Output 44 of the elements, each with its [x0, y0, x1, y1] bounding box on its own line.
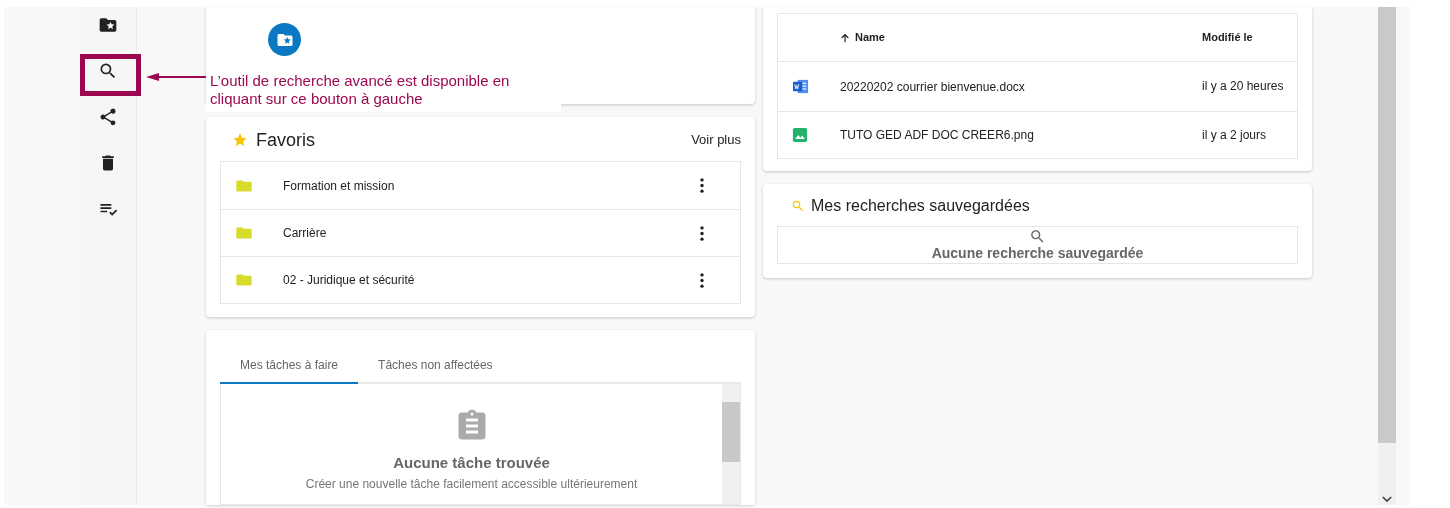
folder-name: 02 - Juridique et sécurité — [283, 272, 416, 289]
empty-text: Aucune recherche sauvegardée — [931, 245, 1144, 262]
search-icon[interactable] — [98, 61, 118, 81]
empty-text: Créer une nouvelle tâche facilement accessible ultérieurement — [305, 475, 638, 493]
empty-title: Aucune tâche trouvée — [393, 453, 550, 473]
folder-icon — [235, 178, 253, 193]
file-row[interactable]: TUTO GED ADF DOC CREER6.png il y a 2 jours — [778, 111, 1297, 158]
modified-date: il y a 20 heures — [1202, 78, 1285, 95]
page-scrollbar[interactable] — [1378, 7, 1396, 505]
column-header[interactable]: Name — [840, 29, 1202, 46]
scrollbar[interactable] — [722, 384, 740, 504]
share-icon[interactable] — [98, 107, 118, 127]
file-name: TUTO GED ADF DOC CREER6.png — [840, 127, 1035, 144]
file-name: 20220202 courrier bienvenue.docx — [840, 78, 1026, 96]
tab[interactable]: Tâches non affectées — [358, 348, 513, 384]
sort-arrow-icon — [840, 32, 850, 43]
modified-date: il y a 2 jours — [1202, 126, 1268, 144]
search-icon — [791, 199, 805, 213]
pointer-arrow — [146, 72, 206, 82]
folder-name: Formation et mission — [283, 177, 396, 195]
folder-star-button[interactable] — [268, 23, 301, 56]
file-row[interactable]: 20220202 courrier bienvenue.docx il y a 20 heures — [778, 61, 1297, 111]
favorite-row[interactable]: Carrière — [221, 209, 740, 256]
folder-icon — [235, 273, 253, 287]
card-title: Mes recherches sauvegardées — [811, 196, 1030, 216]
favorite-row[interactable]: Formation et mission — [221, 162, 740, 209]
image-file-icon — [792, 127, 808, 143]
column-header[interactable]: Modifié le — [1202, 29, 1297, 46]
document-icon — [792, 78, 809, 95]
more-icon[interactable] — [700, 272, 704, 288]
more-icon[interactable] — [700, 178, 704, 193]
see-more-link[interactable]: Voir plus — [691, 130, 741, 150]
favorite-row[interactable]: 02 - Juridique et sécurité — [221, 256, 740, 303]
star-icon — [232, 132, 248, 148]
folder-name: Carrière — [283, 225, 328, 242]
folder-icon — [235, 226, 253, 240]
card-title: Favoris — [256, 128, 315, 152]
search-icon — [1029, 228, 1046, 245]
annotation-text: L’outil de recherche avancé est disponible en cliquant sur ce bouton à gauche — [210, 72, 511, 108]
folder-star-icon[interactable] — [98, 15, 118, 35]
chevron-down-icon[interactable] — [1382, 496, 1392, 503]
highlight-frame — [80, 54, 141, 96]
more-icon[interactable] — [700, 225, 704, 241]
tab[interactable]: Mes tâches à faire — [220, 348, 359, 384]
